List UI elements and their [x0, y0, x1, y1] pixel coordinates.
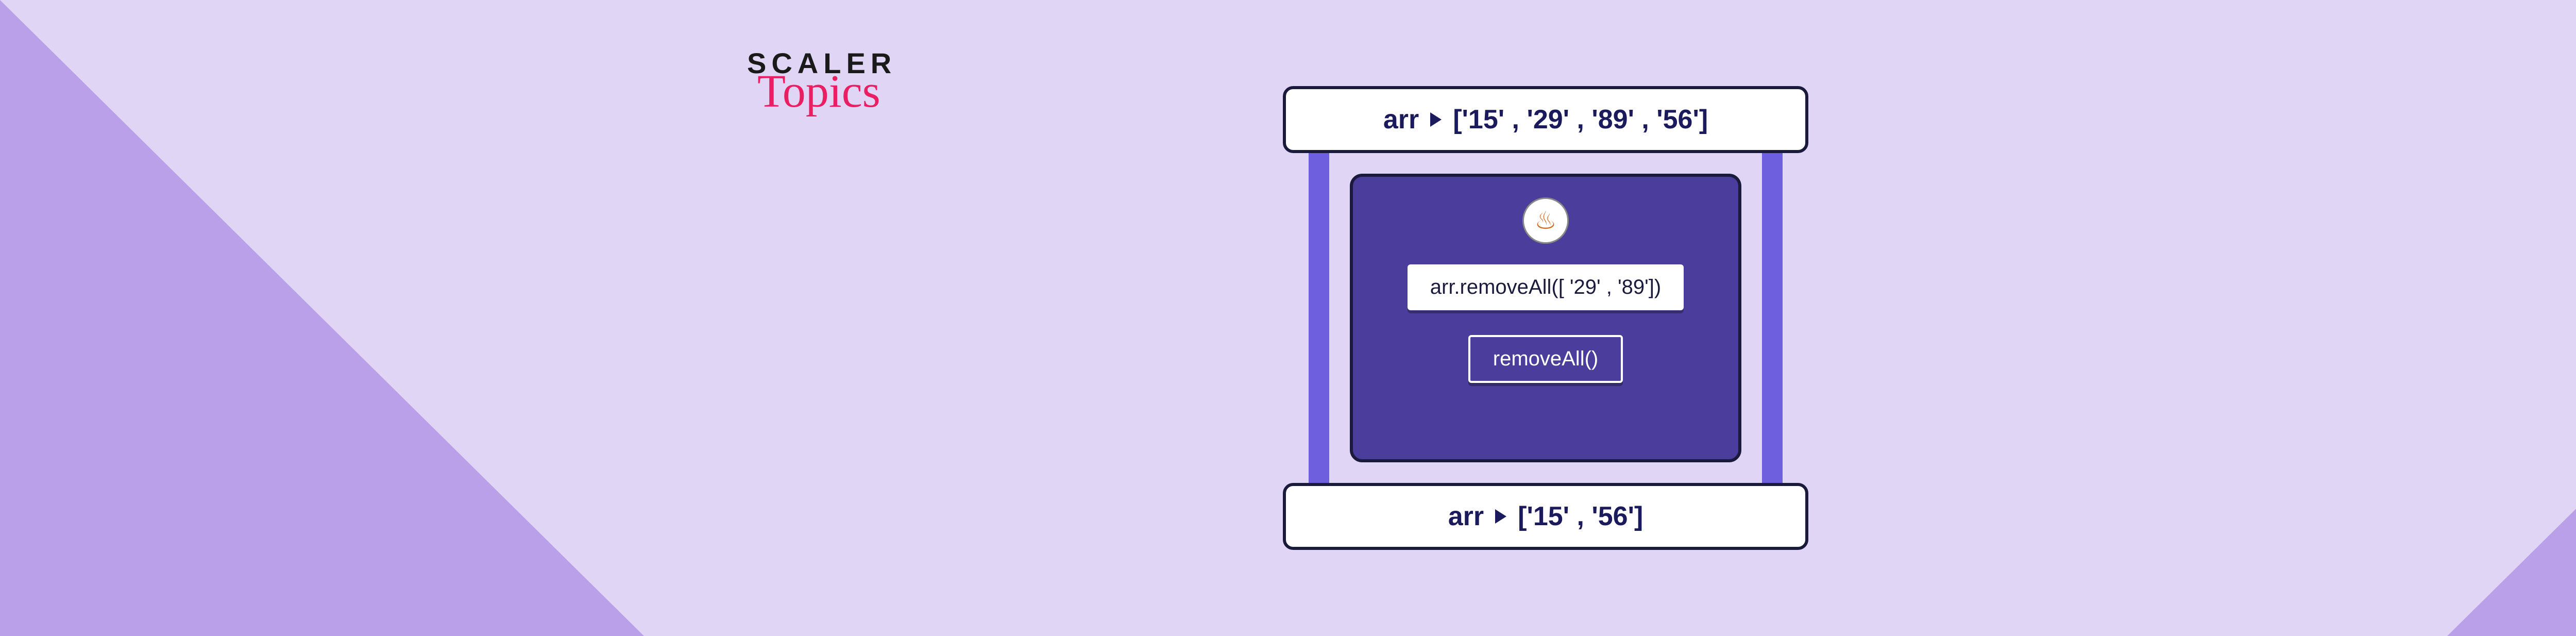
bg-triangle-right — [2447, 0, 2576, 636]
array-before-box: arr ['15' , '29' , '89' , '56'] — [1283, 86, 1808, 153]
logo: SCALER Topics — [747, 49, 953, 115]
left-post — [1309, 153, 1329, 483]
array-before-label: arr — [1383, 104, 1419, 135]
diagram: arr ['15' , '29' , '89' , '56'] ♨ arr.re… — [1283, 86, 1808, 550]
machine-panel: ♨ arr.removeAll([ '29' , '89']) removeAl… — [1350, 174, 1741, 462]
array-after-value: ['15' , '56'] — [1518, 501, 1643, 532]
array-before-value: ['15' , '29' , '89' , '56'] — [1453, 104, 1708, 135]
array-after-label: arr — [1448, 501, 1484, 532]
array-after-box: arr ['15' , '56'] — [1283, 483, 1808, 550]
code-expression: arr.removeAll([ '29' , '89']) — [1408, 264, 1684, 310]
logo-text-sub: Topics — [757, 69, 953, 115]
method-button: removeAll() — [1468, 335, 1623, 383]
arrow-icon — [1430, 112, 1442, 127]
java-icon: ♨ — [1522, 197, 1569, 244]
bg-triangle-left — [0, 0, 644, 636]
right-post — [1762, 153, 1783, 483]
machine-body: ♨ arr.removeAll([ '29' , '89']) removeAl… — [1309, 153, 1783, 483]
arrow-icon — [1495, 509, 1506, 524]
